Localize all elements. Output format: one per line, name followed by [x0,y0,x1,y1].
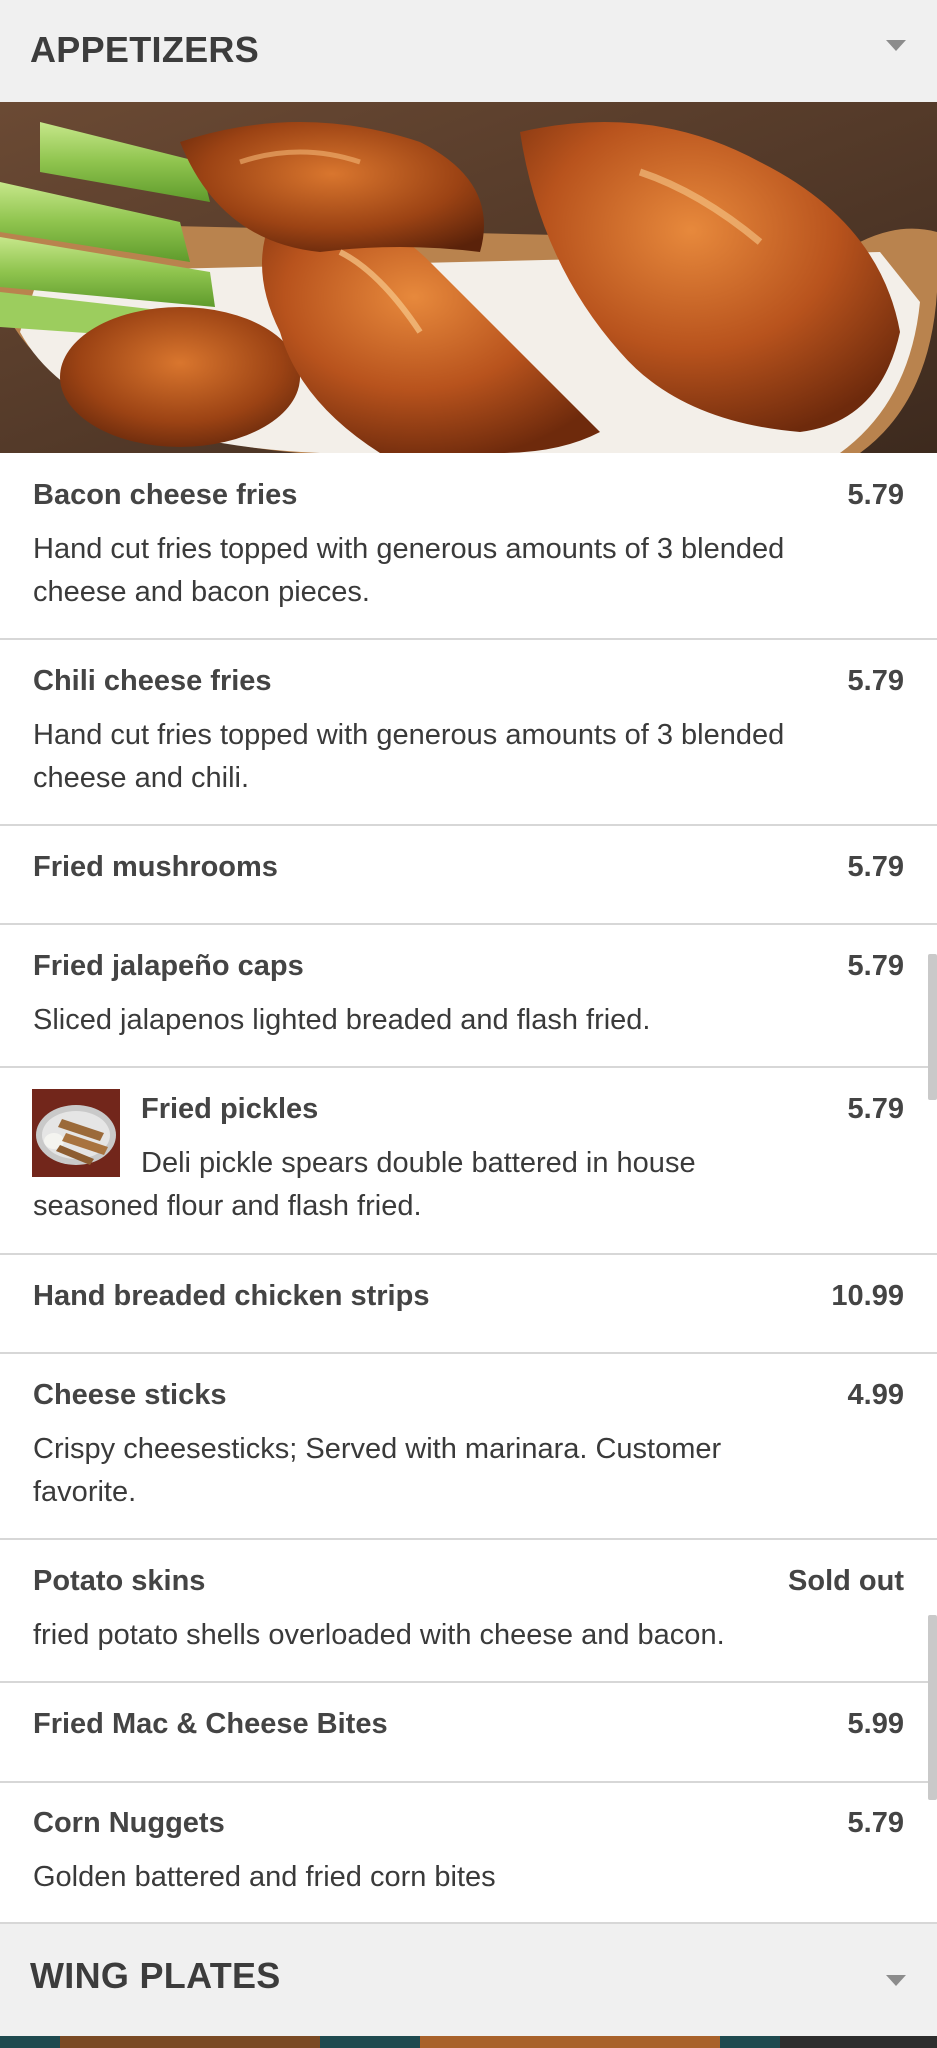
item-price: 4.99 [847,1379,904,1411]
wing-plates-hero-image [0,2036,937,2048]
item-name: Chili cheese fries [33,665,272,697]
item-description: Deli pickle spears double battered in ho… [33,1147,696,1222]
menu-item[interactable]: Bacon cheese fries 5.79 Hand cut fries t… [0,453,937,640]
item-price: 5.79 [847,1093,904,1125]
item-description: Hand cut fries topped with generous amou… [33,719,785,794]
wing-plates-photo [0,2036,937,2048]
section-title: WING PLATES [30,1955,281,1996]
item-name: Fried Mac & Cheese Bites [33,1708,388,1740]
item-price: 5.79 [847,1807,904,1839]
item-price: 5.79 [847,665,904,697]
menu-item[interactable]: Chili cheese fries 5.79 Hand cut fries t… [0,640,937,826]
appetizers-hero-image [0,102,937,453]
menu-item[interactable]: Corn Nuggets 5.79 Golden battered and fr… [0,1783,937,1924]
item-price: 5.79 [847,479,904,511]
scrollbar-thumb[interactable] [928,954,937,1100]
item-price: 5.99 [847,1708,904,1740]
chevron-down-icon[interactable] [886,40,906,51]
item-description: Hand cut fries topped with generous amou… [33,533,785,608]
item-price: 5.79 [847,950,904,982]
item-name: Potato skins [33,1565,206,1597]
menu-item[interactable]: Fried jalapeño caps 5.79 Sliced jalapeno… [0,925,937,1068]
item-name: Cheese sticks [33,1379,227,1411]
item-description: Crispy cheesesticks; Served with marinar… [33,1433,722,1508]
item-price: 10.99 [831,1280,904,1312]
item-name: Fried mushrooms [33,851,278,883]
item-description: fried potato shells overloaded with chee… [33,1619,725,1651]
section-header-wing-plates[interactable]: WING PLATES [0,1924,937,2036]
item-name: Fried pickles [141,1093,319,1125]
item-description: Golden battered and fried corn bites [33,1861,496,1893]
item-name: Corn Nuggets [33,1807,225,1839]
section-title: APPETIZERS [30,29,260,70]
menu-item[interactable]: Fried mushrooms 5.79 [0,826,937,925]
item-description: Sliced jalapenos lighted breaded and fla… [33,1004,651,1036]
item-name: Hand breaded chicken strips [33,1280,430,1312]
chevron-down-icon[interactable] [886,1975,906,1986]
item-price: 5.79 [847,851,904,883]
section-header-appetizers[interactable]: APPETIZERS [0,0,937,102]
menu-item[interactable]: Hand breaded chicken strips 10.99 [0,1255,937,1354]
menu-item[interactable]: Fried pickles 5.79 Deli pickle spears do… [0,1068,937,1255]
menu-item[interactable]: Fried Mac & Cheese Bites 5.99 [0,1683,937,1783]
item-name: Bacon cheese fries [33,479,298,511]
item-name: Fried jalapeño caps [33,950,304,982]
menu-item[interactable]: Potato skins Sold out fried potato shell… [0,1540,937,1683]
scrollbar-thumb[interactable] [928,1615,937,1800]
menu-item[interactable]: Cheese sticks 4.99 Crispy cheesesticks; … [0,1354,937,1540]
item-price: Sold out [788,1565,904,1597]
wings-photo [0,102,937,453]
